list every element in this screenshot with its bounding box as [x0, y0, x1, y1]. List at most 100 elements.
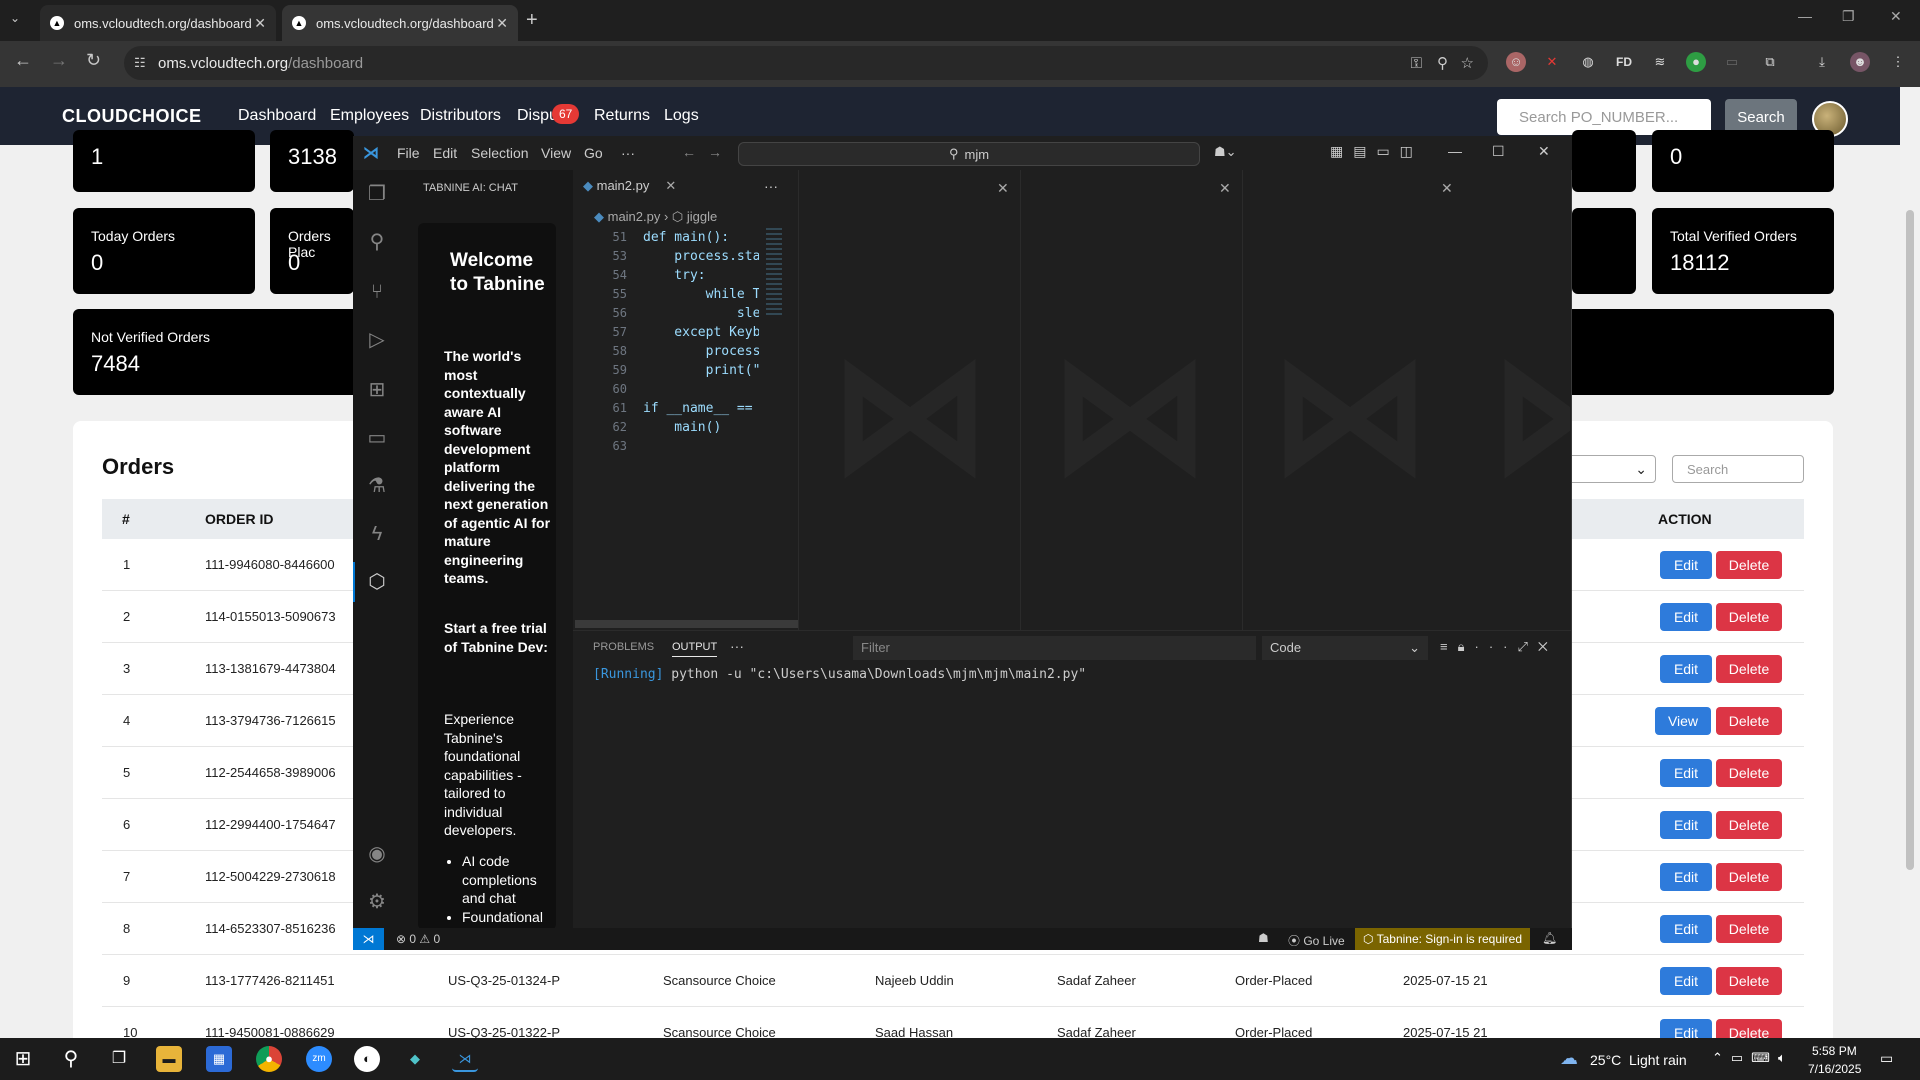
explorer-icon[interactable]: ❐	[363, 180, 391, 208]
chrome-menu-icon[interactable]: ⋮	[1888, 52, 1908, 72]
back-icon[interactable]: ←	[14, 50, 32, 71]
minimize-window-icon[interactable]: —	[1798, 8, 1812, 24]
edit-button[interactable]: Edit	[1660, 967, 1712, 995]
profile-icon[interactable]: ☻	[1850, 52, 1870, 72]
delete-button[interactable]: Delete	[1716, 655, 1782, 683]
delete-button[interactable]: Delete	[1716, 863, 1782, 891]
panel-tab-problems[interactable]: PROBLEMS	[593, 641, 654, 653]
copilot-status-icon[interactable]: ☗	[1258, 931, 1269, 945]
delete-button[interactable]: Delete	[1716, 811, 1782, 839]
address-bar[interactable]: ☷ oms.vcloudtech.org/dashboard ⚿ ⚲ ☆	[124, 46, 1488, 80]
new-tab-button[interactable]: +	[526, 9, 538, 32]
source-control-icon[interactable]: ⑂	[363, 278, 391, 306]
editor-more-icon[interactable]: ···	[764, 178, 778, 194]
edit-button[interactable]: Edit	[1660, 915, 1712, 943]
extension-fd-icon[interactable]: FD	[1614, 52, 1634, 72]
menu-edit[interactable]: Edit	[433, 145, 457, 161]
code-area[interactable]: 51 def main(): 53 process.sta 54 try: 55 whi…	[573, 230, 759, 470]
file-explorer-icon[interactable]: ▬	[156, 1046, 182, 1072]
weather-text[interactable]: 25°C Light rain	[1590, 1052, 1687, 1068]
chrome-icon[interactable]: ●	[256, 1046, 282, 1072]
nav-dashboard[interactable]: Dashboard	[238, 107, 316, 125]
edit-button[interactable]: Edit	[1660, 811, 1712, 839]
breadcrumb-file[interactable]: main2.py	[608, 209, 661, 224]
close-group-icon[interactable]: ✕	[997, 180, 1009, 197]
browser-tab-active[interactable]: ▲ oms.vcloudtech.org/dashboard ✕	[282, 5, 518, 41]
search-icon[interactable]: ⚲	[363, 228, 391, 256]
vscode-taskbar-icon[interactable]: ⋊	[452, 1046, 478, 1072]
password-key-icon[interactable]: ⚿	[1411, 55, 1422, 72]
edit-button[interactable]: Edit	[1660, 863, 1712, 891]
delete-button[interactable]: Delete	[1716, 967, 1782, 995]
browser-tab[interactable]: ▲ oms.vcloudtech.org/dashboard ✕	[40, 5, 276, 41]
tabnine-icon[interactable]: ⬡	[363, 568, 391, 596]
vscode-minimize-icon[interactable]: —	[1448, 143, 1462, 159]
delete-button[interactable]: Delete	[1716, 707, 1782, 735]
app-icon[interactable]: ◆	[402, 1046, 428, 1072]
menu-file[interactable]: File	[397, 145, 420, 161]
thunder-icon[interactable]: ϟ	[363, 520, 391, 548]
command-center-search[interactable]: ⚲ mjm	[738, 142, 1200, 166]
delete-button[interactable]: Delete	[1716, 603, 1782, 631]
reload-icon[interactable]: ↻	[86, 50, 101, 71]
nav-returns[interactable]: Returns	[594, 107, 650, 125]
run-debug-icon[interactable]: ▷	[363, 326, 391, 354]
remote-explorer-icon[interactable]: ▭	[363, 424, 391, 452]
windows-start-icon[interactable]: ⊞	[10, 1046, 36, 1072]
downloads-icon[interactable]: ⤓	[1812, 52, 1832, 72]
delete-button[interactable]: Delete	[1716, 551, 1782, 579]
bookmark-star-icon[interactable]: ☆	[1461, 54, 1474, 72]
clock-time[interactable]: 5:58 PM	[1812, 1044, 1857, 1058]
page-scrollbar-thumb[interactable]	[1906, 210, 1914, 870]
notification-center-icon[interactable]: ▭	[1880, 1050, 1893, 1067]
close-tab-icon[interactable]: ✕	[665, 178, 676, 193]
orders-search-input[interactable]: Search	[1672, 455, 1804, 483]
notifications-bell-icon[interactable]: 🔔︎	[1542, 931, 1557, 945]
nav-forward-icon[interactable]: →	[708, 144, 722, 160]
view-button[interactable]: View	[1655, 707, 1711, 735]
taskbar-search-icon[interactable]: ⚲	[58, 1046, 84, 1072]
testing-icon[interactable]: ⚗	[363, 472, 391, 500]
zoom-icon[interactable]: ⚲	[1437, 54, 1448, 72]
tab-list-dropdown[interactable]: ⌄	[10, 11, 20, 25]
layout-icons[interactable]: ▦▤▭◫	[1330, 143, 1423, 160]
vscode-maximize-icon[interactable]: ☐	[1492, 143, 1505, 160]
menu-go[interactable]: Go	[584, 145, 603, 161]
edit-button[interactable]: Edit	[1660, 551, 1712, 579]
status-problems[interactable]: ⊗ 0 ⚠ 0	[396, 932, 440, 946]
output-filter-input[interactable]: Filter	[853, 636, 1256, 660]
panel-tab-output[interactable]: OUTPUT	[672, 641, 718, 657]
menu-selection[interactable]: Selection	[471, 145, 529, 161]
nav-logs[interactable]: Logs	[664, 107, 699, 125]
delete-button[interactable]: Delete	[1716, 915, 1782, 943]
panel-more-icon[interactable]: ···	[730, 638, 744, 654]
minimap[interactable]	[766, 228, 782, 318]
remote-indicator[interactable]: ⋊	[353, 928, 384, 950]
clock-date[interactable]: 7/16/2025	[1808, 1062, 1861, 1076]
panel-action-icons[interactable]: ≡🔒︎···⤢✕	[1440, 639, 1558, 655]
store-icon[interactable]: ▦	[206, 1046, 232, 1072]
site-info-icon[interactable]: ☷	[134, 55, 146, 71]
accounts-icon[interactable]: ◉	[363, 840, 391, 868]
copilot-icon[interactable]: ☗⌄	[1214, 144, 1237, 160]
extension-globe-icon[interactable]: ◍	[1578, 52, 1598, 72]
close-tab-icon[interactable]: ✕	[254, 15, 266, 32]
extension-close-icon[interactable]: ✕	[1542, 52, 1562, 72]
close-group-icon[interactable]: ✕	[1441, 180, 1453, 197]
menu-view[interactable]: View	[541, 145, 571, 161]
forward-icon[interactable]: →	[50, 50, 68, 71]
extensions-puzzle-icon[interactable]: ⧉	[1760, 52, 1780, 72]
tabnine-status[interactable]: ⬡ Tabnine: Sign-in is required	[1355, 928, 1531, 950]
output-channel-select[interactable]: Code ⌄	[1262, 636, 1428, 660]
edit-button[interactable]: Edit	[1660, 655, 1712, 683]
menu-more[interactable]: ···	[621, 145, 635, 161]
close-window-icon[interactable]: ✕	[1890, 8, 1902, 25]
settings-gear-icon[interactable]: ⚙	[363, 888, 391, 916]
vscode-close-icon[interactable]: ✕	[1538, 143, 1550, 160]
delete-button[interactable]: Delete	[1716, 759, 1782, 787]
site-logo[interactable]: CLOUDCHOICE	[62, 106, 202, 127]
extension-green-icon[interactable]: ●	[1686, 52, 1706, 72]
editor-tab[interactable]: ◆ main2.py ✕	[583, 178, 676, 194]
edit-button[interactable]: Edit	[1660, 759, 1712, 787]
nav-employees[interactable]: Employees	[330, 107, 409, 125]
